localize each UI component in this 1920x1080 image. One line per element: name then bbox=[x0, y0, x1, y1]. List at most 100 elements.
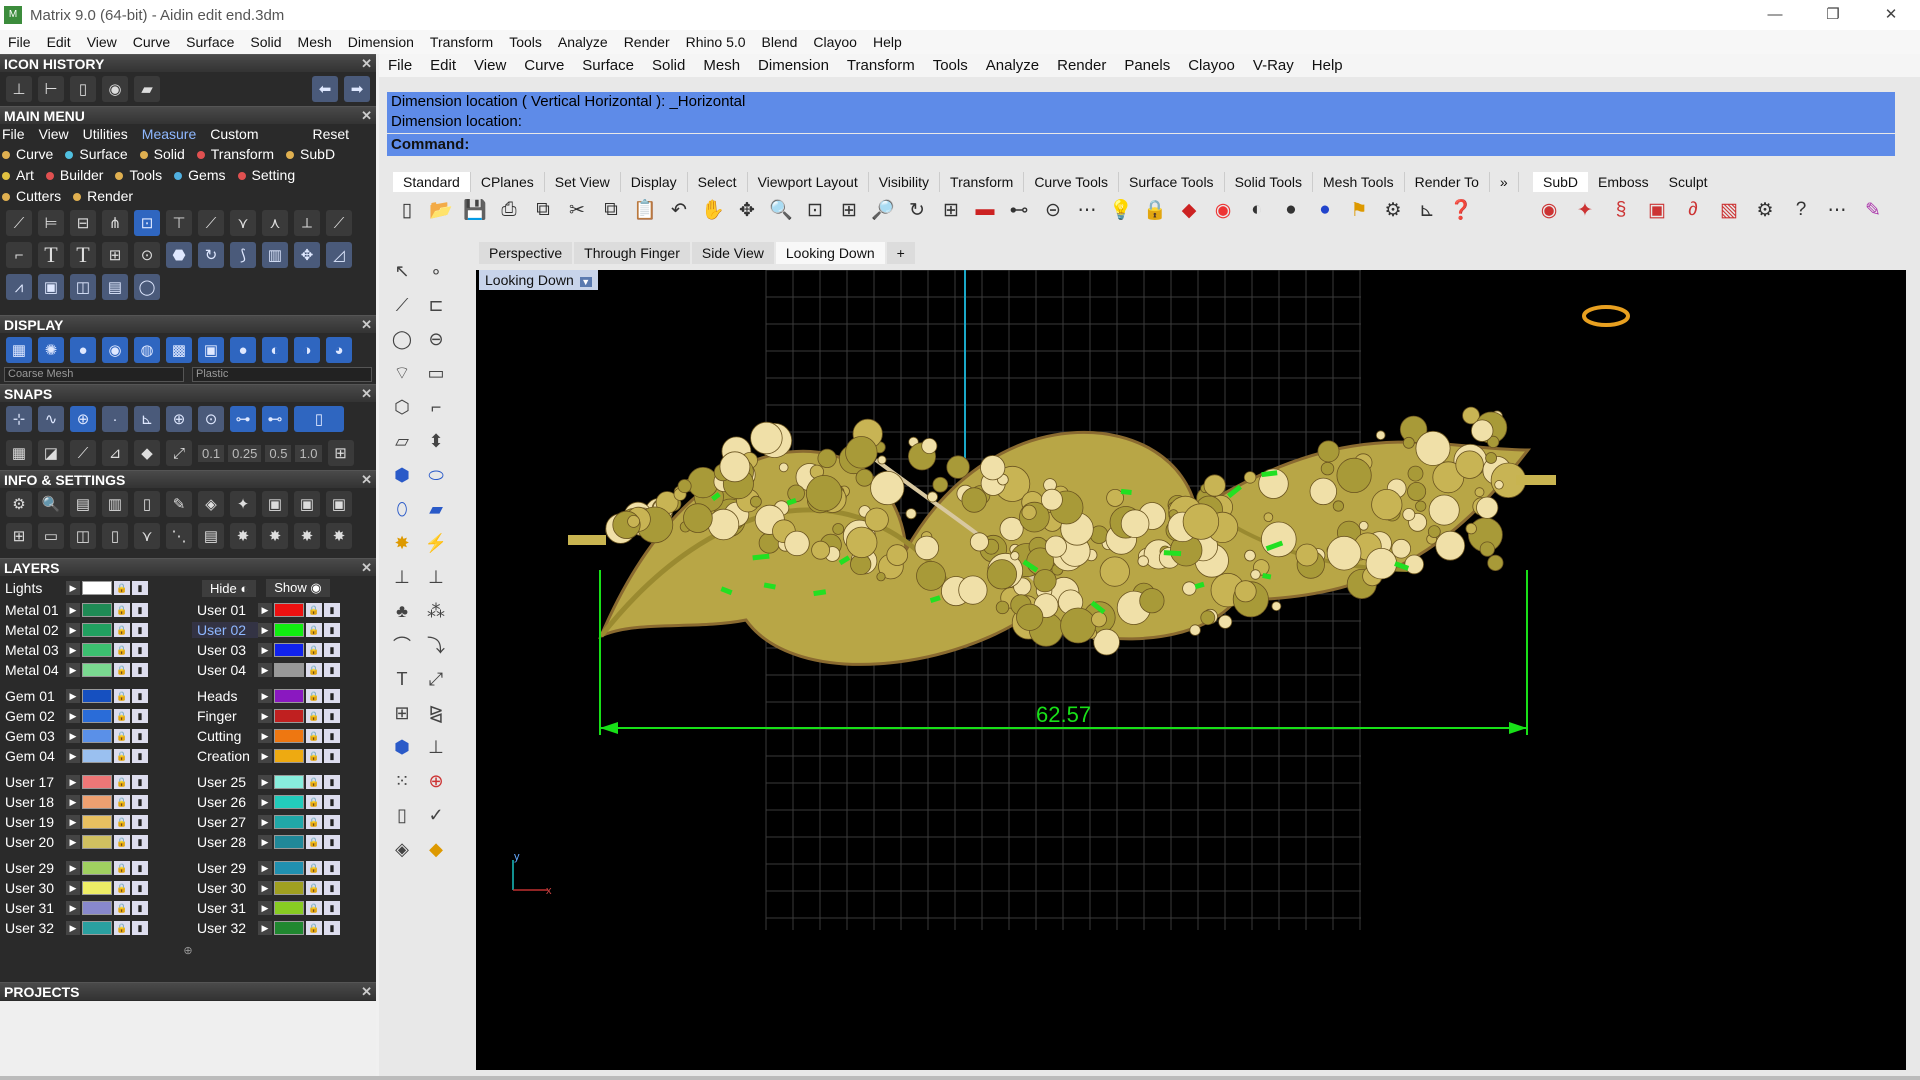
explode-icon[interactable]: ✸ bbox=[387, 528, 417, 558]
toolbar-tab[interactable]: Render To bbox=[1405, 172, 1490, 192]
viewport-title[interactable]: Looking Down ▼ bbox=[479, 270, 598, 290]
lock-icon[interactable]: 🔒 bbox=[114, 689, 130, 703]
menu-item[interactable]: File bbox=[0, 34, 39, 50]
visibility-icon[interactable]: ▮ bbox=[324, 861, 340, 875]
visibility-icon[interactable]: ▮ bbox=[324, 775, 340, 789]
visibility-icon[interactable]: ▮ bbox=[132, 581, 148, 595]
scale-icon[interactable]: ⤢ bbox=[421, 664, 451, 694]
mesh-quality-select[interactable]: Coarse Mesh bbox=[4, 367, 184, 382]
points-icon[interactable]: ⋯ bbox=[1073, 196, 1101, 224]
main-menu-tab[interactable]: Utilities bbox=[83, 126, 128, 142]
expand-icon[interactable]: ▶ bbox=[258, 603, 272, 617]
visibility-icon[interactable]: ▮ bbox=[132, 835, 148, 849]
lock-icon[interactable]: 🔒 bbox=[306, 729, 322, 743]
knot-snap-icon[interactable]: ⊶ bbox=[230, 406, 256, 432]
menu-item[interactable]: Analyze bbox=[550, 34, 616, 50]
expand-icon[interactable]: ▶ bbox=[258, 729, 272, 743]
box-icon[interactable]: ⬢ bbox=[387, 460, 417, 490]
fillet-icon[interactable]: ⌐ bbox=[421, 392, 451, 422]
layer-color-swatch[interactable] bbox=[82, 815, 112, 829]
visibility-icon[interactable]: ▮ bbox=[132, 901, 148, 915]
texture-icon[interactable]: ▩ bbox=[166, 337, 192, 363]
lock-icon[interactable]: 🔒 bbox=[114, 709, 130, 723]
control-points-icon[interactable]: ⊏ bbox=[421, 290, 451, 320]
print-icon[interactable]: ⎙ bbox=[495, 196, 523, 224]
layer-name[interactable]: User 26 bbox=[192, 794, 258, 810]
cube-icon[interactable]: ◫ bbox=[70, 523, 96, 549]
rhino-menu-item[interactable]: Panels bbox=[1115, 57, 1179, 74]
menu-item[interactable]: View bbox=[79, 34, 125, 50]
expand-icon[interactable]: ▶ bbox=[66, 815, 80, 829]
four-view-icon[interactable]: ⊞ bbox=[937, 196, 965, 224]
layer-name[interactable]: User 02 bbox=[192, 622, 258, 638]
menu-item[interactable]: Blend bbox=[754, 34, 806, 50]
mid-snap-icon[interactable]: · bbox=[102, 406, 128, 432]
close-icon[interactable]: ✕ bbox=[361, 316, 372, 334]
copy-icon[interactable]: ⧉ bbox=[597, 196, 625, 224]
lock-icon[interactable]: 🔒 bbox=[306, 881, 322, 895]
visibility-icon[interactable]: ▮ bbox=[324, 881, 340, 895]
ortho-icon[interactable]: ▯ bbox=[294, 406, 344, 432]
visibility-icon[interactable]: ▮ bbox=[132, 729, 148, 743]
lock-icon[interactable]: 🔒 bbox=[306, 901, 322, 915]
viewport-icon[interactable]: ⊞ bbox=[6, 523, 32, 549]
mirror-icon[interactable]: ⧎ bbox=[421, 698, 451, 728]
layer-color-swatch[interactable] bbox=[82, 775, 112, 789]
grid-array-icon[interactable]: ⁙ bbox=[387, 766, 417, 796]
layer-color-swatch[interactable] bbox=[274, 815, 304, 829]
layer-color-swatch[interactable] bbox=[82, 835, 112, 849]
splitter-handle[interactable]: ⊕ bbox=[0, 944, 376, 957]
tool-icon[interactable]: ⟋ bbox=[326, 210, 352, 236]
tool-icon[interactable]: ▣ bbox=[326, 491, 352, 517]
tool-icon[interactable]: ⊞ bbox=[102, 242, 128, 268]
brush-icon[interactable]: ✎ bbox=[1859, 196, 1887, 224]
paste-icon[interactable]: 📋 bbox=[631, 196, 659, 224]
tool-icon[interactable]: ✸ bbox=[326, 523, 352, 549]
expand-icon[interactable]: ▶ bbox=[66, 623, 80, 637]
toolbar-tab[interactable]: Select bbox=[688, 172, 748, 192]
shell-icon[interactable]: ▯ bbox=[387, 800, 417, 830]
paint-icon[interactable]: ◆ bbox=[421, 834, 451, 864]
layer-name[interactable]: User 18 bbox=[0, 794, 66, 810]
text-tool-icon[interactable]: T bbox=[38, 242, 64, 268]
menu-item[interactable]: Tools bbox=[501, 34, 550, 50]
main-menu-tab[interactable]: Measure bbox=[142, 126, 196, 142]
tool-icon[interactable]: ✦ bbox=[230, 491, 256, 517]
osnap-icon[interactable]: ⟋ bbox=[70, 440, 96, 466]
toolbar-tab[interactable]: Visibility bbox=[869, 172, 941, 192]
expand-icon[interactable]: ▶ bbox=[66, 689, 80, 703]
snap-value[interactable]: 0.1 bbox=[198, 444, 225, 462]
layer-name[interactable]: User 17 bbox=[0, 774, 66, 790]
snap-value[interactable]: 0.5 bbox=[265, 444, 292, 462]
polyline-icon[interactable]: ⟋ bbox=[387, 290, 417, 320]
tool-icon[interactable]: ▣ bbox=[38, 274, 64, 300]
wireframe-icon[interactable]: ▦ bbox=[6, 337, 32, 363]
layer-name[interactable]: User 01 bbox=[192, 602, 258, 618]
undo-icon[interactable]: ↶ bbox=[665, 196, 693, 224]
rhino-menu-item[interactable]: Surface bbox=[573, 57, 643, 74]
expand-icon[interactable]: ▶ bbox=[258, 709, 272, 723]
search-icon[interactable]: 🔍 bbox=[38, 491, 64, 517]
check-icon[interactable]: ✓ bbox=[421, 800, 451, 830]
category-item[interactable]: Tools bbox=[115, 165, 168, 186]
expand-icon[interactable]: ▶ bbox=[66, 901, 80, 915]
lock-icon[interactable]: 🔒 bbox=[1141, 196, 1169, 224]
visibility-icon[interactable]: ▮ bbox=[324, 603, 340, 617]
visibility-icon[interactable]: ▮ bbox=[132, 749, 148, 763]
viewport-tab[interactable]: Perspective bbox=[479, 242, 573, 264]
cylinder-icon[interactable]: ⬯ bbox=[387, 494, 417, 524]
layer-color-swatch[interactable] bbox=[274, 749, 304, 763]
lock-icon[interactable]: 🔒 bbox=[306, 861, 322, 875]
expand-icon[interactable]: ▶ bbox=[66, 775, 80, 789]
extrude-icon[interactable]: ⬍ bbox=[421, 426, 451, 456]
layer-name[interactable]: User 31 bbox=[0, 900, 66, 916]
layers-icon[interactable]: ▤ bbox=[70, 491, 96, 517]
pan-icon[interactable]: ✋ bbox=[699, 196, 727, 224]
expand-icon[interactable]: ▶ bbox=[258, 749, 272, 763]
tool-icon[interactable]: ✸ bbox=[262, 523, 288, 549]
lock-icon[interactable]: 🔒 bbox=[114, 861, 130, 875]
subd-box-icon[interactable]: ▣ bbox=[1643, 196, 1671, 224]
category-item[interactable]: Transform bbox=[196, 144, 280, 165]
expand-icon[interactable]: ▶ bbox=[258, 775, 272, 789]
settings-icon[interactable]: ⚙ bbox=[1751, 196, 1779, 224]
